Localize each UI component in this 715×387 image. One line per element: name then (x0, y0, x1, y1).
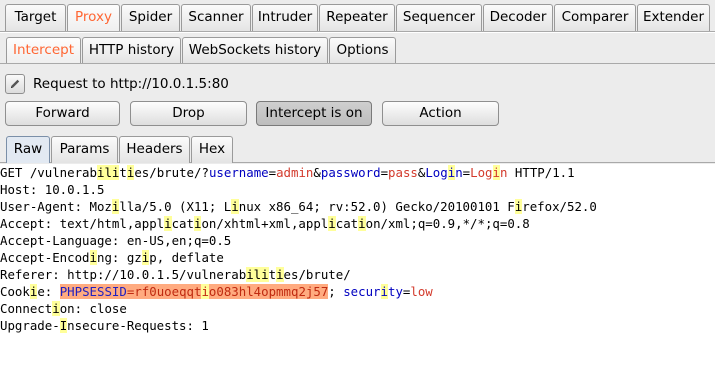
text-segment: HTTP/1.1 (507, 165, 575, 180)
text-segment: t (119, 165, 127, 180)
proxy-tab-bar: Intercept HTTP history WebSockets histor… (0, 33, 715, 64)
text-segment: ng: gz (97, 250, 142, 265)
text-segment: nux x86_64; rv:52.0) Gecko/20100101 F (238, 199, 515, 214)
search-highlight: i (89, 250, 97, 265)
intercept-panel: Request to http://10.0.1.5:80 Forward Dr… (0, 64, 715, 387)
param-name-password: password (320, 165, 381, 180)
session-cookie-highlight: PHPSESSID=rf0uoeqqtio083hl4opmmq2j57 (59, 284, 329, 299)
header-upgrade-insecure: Upgrade-Insecure-Requests: 1 (0, 317, 715, 334)
text-segment: nsecure-Requests: 1 (67, 318, 209, 333)
search-highlight: i (358, 216, 366, 231)
text-segment: p, deflate (149, 250, 224, 265)
text-segment: cat (335, 216, 359, 231)
tab-options[interactable]: Options (329, 37, 396, 63)
param-value-password: pass (388, 165, 418, 180)
tab-params[interactable]: Params (51, 136, 118, 163)
tab-scanner[interactable]: Scanner (181, 4, 251, 31)
search-highlight: i (246, 267, 254, 282)
search-highlight: l (104, 165, 112, 180)
header-cookie: Cook i e: PHPSESSID=rf0uoeqqtio083hl4opmmq… (0, 283, 715, 300)
text-segment: User-Agent: Moz (0, 199, 112, 214)
tab-http-history[interactable]: HTTP history (82, 37, 181, 63)
request-editor[interactable]: GET /vulnerabilities/brute/?username=adm… (0, 164, 715, 387)
tab-headers[interactable]: Headers (119, 136, 190, 163)
cookie-value-phpsessid: rf0uoeqqt (134, 284, 202, 299)
header-accept-encoding: Accept-Encoding: gzip, deflate (0, 249, 715, 266)
tab-repeater[interactable]: Repeater (319, 4, 395, 31)
search-highlight: i (52, 301, 60, 316)
param-value-username: admin (276, 165, 314, 180)
text-segment: lla/5.0 (X11; L (119, 199, 232, 214)
text-segment: = (268, 165, 277, 180)
search-highlight: i (492, 165, 500, 180)
tab-websockets-history[interactable]: WebSockets history (182, 37, 328, 63)
search-highlight: i (261, 267, 269, 282)
param-name-username: username (208, 165, 269, 180)
text-segment: on/xml;q=0.9,*/*;q=0.8 (365, 216, 530, 231)
text-segment: ; (328, 284, 344, 299)
cookie-value-security: low (410, 284, 433, 299)
tab-intruder[interactable]: Intruder (252, 4, 318, 31)
search-highlight: l (253, 267, 262, 282)
tab-decoder[interactable]: Decoder (483, 4, 553, 31)
drop-button[interactable]: Drop (130, 101, 247, 126)
tab-raw[interactable]: Raw (6, 136, 50, 163)
search-highlight: i (276, 267, 284, 282)
param-name-login: Log (425, 165, 448, 180)
header-user-agent: User-Agent: Mozilla/5.0 (X11; Linux x86_… (0, 198, 715, 215)
text-segment: Accept: text/html,appl (0, 216, 165, 231)
request-line: GET /vulnerabilities/brute/?username=adm… (0, 164, 715, 181)
intercept-toggle-button[interactable]: Intercept is on (256, 101, 372, 126)
search-highlight: i (231, 199, 239, 214)
text-segment: GET /vulnerab (0, 165, 97, 180)
search-highlight: i (328, 216, 336, 231)
tab-spider[interactable]: Spider (121, 4, 180, 31)
search-highlight: i (380, 284, 388, 299)
param-value-login: Log (470, 165, 493, 180)
cookie-name-security: ty (387, 284, 403, 299)
text-segment: es/brute/? (134, 165, 209, 180)
text-segment: cat (171, 216, 194, 231)
tab-comparer[interactable]: Comparer (554, 4, 636, 31)
tab-sequencer[interactable]: Sequencer (396, 4, 482, 31)
header-connection: Connection: close (0, 300, 715, 317)
text-segment: on/xhtml+xml,appl (201, 216, 329, 231)
pencil-icon[interactable] (5, 74, 25, 94)
tab-proxy[interactable]: Proxy (67, 4, 120, 31)
action-button[interactable]: Action (382, 101, 499, 126)
text-segment: = (380, 165, 389, 180)
text-segment: & (313, 165, 321, 180)
text-segment: e: (37, 284, 60, 299)
search-highlight: i (201, 284, 209, 299)
text-segment: refox/52.0 (522, 199, 597, 214)
header-accept: Accept: text/html,application/xhtml+xml,… (0, 215, 715, 232)
tab-target[interactable]: Target (5, 4, 66, 31)
text-segment: es/brute/ (283, 267, 351, 282)
text-segment: Cook (0, 284, 30, 299)
cookie-value-phpsessid: o083hl4opmmq2j57 (208, 284, 329, 299)
header-referer: Referer: http://10.0.1.5/vulnerabilities… (0, 266, 715, 283)
text-segment: Connect (0, 301, 53, 316)
request-target-text: Request to http://10.0.1.5:80 (33, 76, 229, 92)
cookie-name-security: secur (343, 284, 381, 299)
cookie-name-phpsessid: PHPSESSID (59, 284, 127, 299)
text-segment: Accept-Encod (0, 250, 90, 265)
tab-hex[interactable]: Hex (191, 136, 233, 163)
header-host: Host: 10.0.1.5 (0, 182, 105, 197)
param-name-login: n (455, 165, 463, 180)
text-segment: Referer: http://10.0.1.5/vulnerab (0, 267, 247, 282)
header-accept-language: Accept-Language: en-US,en;q=0.5 (0, 233, 232, 248)
text-segment: t (268, 267, 277, 282)
search-highlight: i (164, 216, 172, 231)
request-target-line: Request to http://10.0.1.5:80 (5, 73, 229, 95)
text-segment: on: close (59, 301, 127, 316)
main-tab-bar: Target Proxy Spider Scanner Intruder Rep… (0, 0, 715, 32)
forward-button[interactable]: Forward (5, 101, 120, 126)
text-segment: Upgrade- (0, 318, 60, 333)
tab-intercept[interactable]: Intercept (6, 37, 81, 63)
message-view-tabs: Raw Params Headers Hex (0, 134, 715, 163)
tab-extender[interactable]: Extender (637, 4, 710, 31)
